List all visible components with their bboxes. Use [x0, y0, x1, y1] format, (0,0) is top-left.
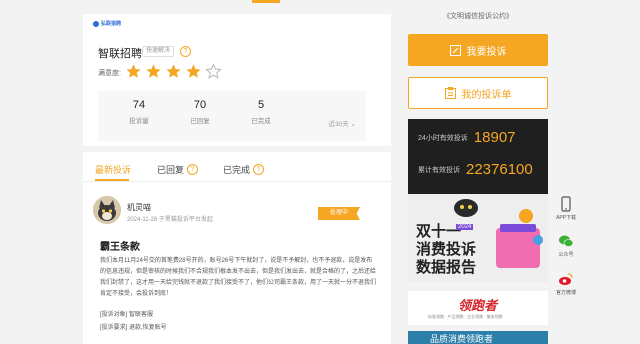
star-icon	[166, 64, 181, 78]
edit-icon	[449, 44, 461, 56]
star-icon	[146, 64, 161, 78]
complaint-title[interactable]: 霸王条款	[100, 238, 140, 253]
company-name: 智联招聘	[98, 48, 142, 60]
fast-resolve-tag: 快速解决	[142, 46, 175, 57]
leader-banner[interactable]: 领跑者 标准领跑 · 产品领跑 · 企业领跑 · 服务领跑	[408, 291, 548, 325]
complaint-body: 我们本月11月24号交的首笔费28号开的，账号26号下午就封了，说是不予解封，也…	[100, 258, 377, 297]
complain-button[interactable]: 我要投诉	[408, 34, 548, 66]
stat-value: 5	[257, 99, 265, 111]
complaint-counters: 24小时有效投诉 18907 累计有效投诉 22376100	[408, 119, 548, 199]
banner2-subtitle: 标准领跑 · 产品领跑 · 企业领跑 · 服务领跑	[428, 314, 503, 319]
complaint-tabs: 最新投诉 已回复 ? 已完成 ?	[83, 152, 391, 182]
stat-completed: 5 已完成	[236, 99, 286, 125]
stat-label: 已回复	[190, 118, 210, 125]
banner-year: 2024	[456, 224, 474, 230]
counter-value: 22376100	[466, 161, 533, 178]
complaint-demand: [投诉要求] 退款,恢复账号	[100, 322, 167, 331]
wechat-link[interactable]: 公众号	[551, 233, 581, 258]
post-meta: 2024-11-28 于黑猫投诉平台发起	[127, 217, 213, 223]
star-icon	[186, 64, 201, 78]
tab-completed[interactable]: 已完成	[223, 163, 250, 176]
cat-avatar-icon	[93, 196, 121, 224]
star-icon	[126, 64, 141, 78]
help-icon[interactable]: ?	[187, 164, 198, 175]
help-icon[interactable]: ?	[253, 164, 264, 175]
banner2-title: 领跑者	[458, 298, 498, 313]
rule-link[interactable]: 《文明诚信投诉公约》	[408, 11, 548, 21]
clipboard-icon	[444, 87, 456, 99]
wechat-icon	[559, 235, 574, 247]
banner-line: 数据报告	[416, 259, 477, 276]
active-tab-indicator	[95, 179, 129, 181]
counter-total: 累计有效投诉 22376100	[418, 161, 533, 178]
stat-complaints: 74 投诉量	[114, 99, 164, 125]
quality-banner[interactable]: 品质消费领跑者	[408, 331, 548, 344]
field-label: [投诉要求]	[100, 325, 128, 331]
tab-replied[interactable]: 已回复	[157, 163, 184, 176]
counter-24h: 24小时有效投诉 18907	[418, 129, 516, 146]
phone-icon	[561, 196, 571, 212]
rating-stars	[125, 63, 222, 80]
star-icon	[205, 63, 222, 79]
satisfaction-label: 满意度:	[98, 70, 121, 77]
status-badge: 处理中	[318, 207, 360, 220]
company-logo: 弘联猎聘	[93, 20, 121, 27]
stats-box: 74 投诉量 70 已回复 5 已完成 近30天 ⌄	[98, 91, 366, 141]
stat-value: 70	[193, 99, 207, 111]
complaint-target: [投诉对象] 智联客服	[100, 309, 153, 318]
logo-text: 弘联猎聘	[101, 21, 122, 27]
app-download-link[interactable]: APP下载	[551, 196, 581, 221]
user-name[interactable]: 机灵喵	[127, 202, 151, 213]
counter-label: 累计有效投诉	[418, 166, 460, 174]
tab-latest[interactable]: 最新投诉	[95, 163, 131, 176]
field-label: [投诉对象]	[100, 312, 128, 318]
stat-label: 已完成	[251, 118, 271, 125]
side-label: 公众号	[558, 252, 574, 258]
company-card: 弘联猎聘 智联招聘 快速解决 ? 满意度: 74 投诉量 70 已回复 5 已完…	[83, 14, 391, 146]
field-value: 退款,恢复账号	[129, 325, 167, 331]
field-value: 智联客服	[129, 312, 154, 318]
stat-label: 投诉量	[129, 118, 149, 125]
weibo-icon	[559, 273, 573, 285]
complain-button-label: 我要投诉	[466, 46, 507, 58]
my-complaints-label: 我的投诉单	[461, 89, 512, 101]
help-icon[interactable]: ?	[180, 46, 191, 57]
top-accent-line	[252, 0, 280, 3]
logo-icon	[93, 20, 99, 27]
counter-label: 24小时有效投诉	[418, 134, 468, 142]
complaints-card: 最新投诉 已回复 ? 已完成 ? 机灵喵 2024-11-28 于黑猫投诉平台发…	[83, 152, 391, 344]
stat-value: 74	[132, 99, 146, 111]
stat-replied: 70 已回复	[175, 99, 225, 125]
double-eleven-banner[interactable]: 双十一 2024 消费投诉 数据报告	[408, 194, 548, 282]
weibo-link[interactable]: 官方微博	[551, 271, 581, 296]
my-complaints-button[interactable]: 我的投诉单	[408, 77, 548, 109]
counter-value: 18907	[473, 129, 516, 146]
side-label: APP下载	[555, 215, 576, 221]
side-label: 官方微博	[555, 290, 576, 296]
avatar[interactable]	[93, 196, 121, 224]
banner3-title: 品质消费领跑者	[430, 334, 494, 344]
range-dropdown[interactable]: 近30天 ⌄	[329, 118, 356, 128]
